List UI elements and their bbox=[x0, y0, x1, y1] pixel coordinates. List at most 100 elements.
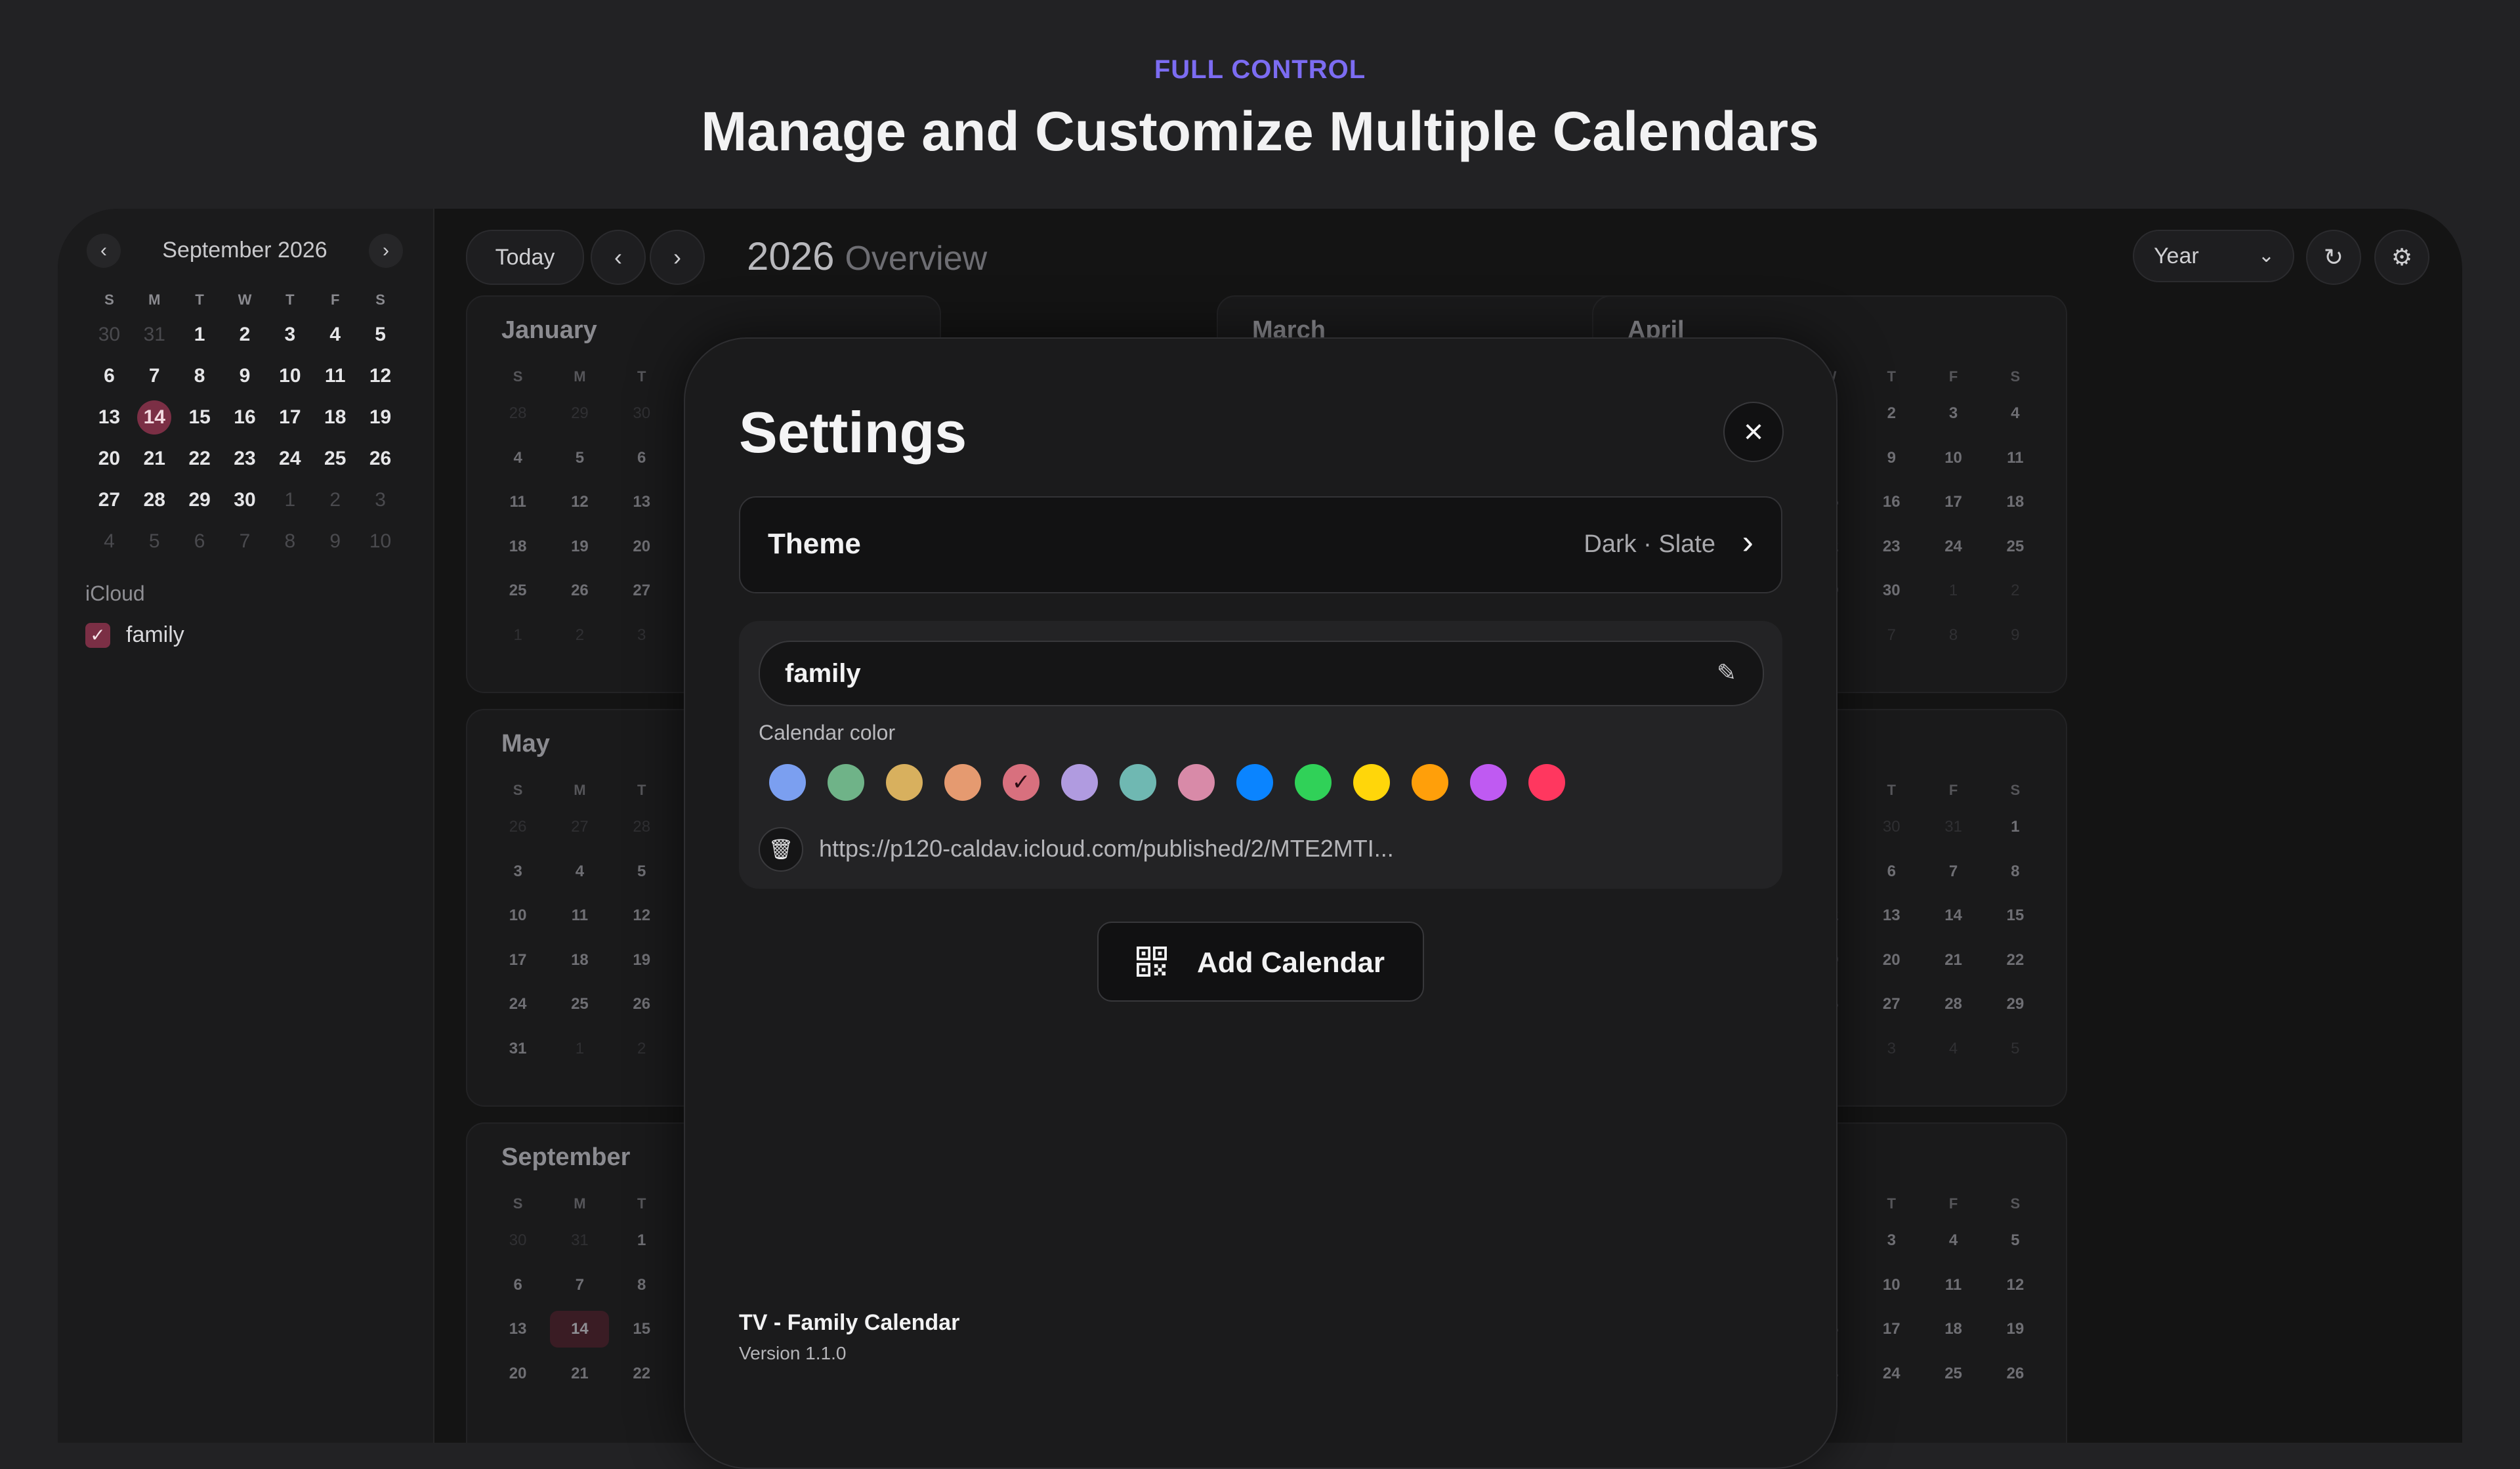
mini-day[interactable]: 9 bbox=[222, 355, 268, 396]
mini-day[interactable]: 26 bbox=[358, 438, 403, 479]
day-cell[interactable]: 5 bbox=[611, 849, 673, 894]
settings-button[interactable]: ⚙ bbox=[2374, 230, 2429, 285]
mini-day[interactable]: 18 bbox=[312, 396, 358, 438]
day-cell[interactable]: 31 bbox=[487, 1027, 549, 1071]
day-cell-today[interactable]: 14 bbox=[549, 1307, 610, 1352]
day-cell[interactable]: 19 bbox=[549, 524, 610, 569]
day-cell[interactable]: 29 bbox=[1984, 982, 2046, 1027]
day-cell[interactable]: 25 bbox=[487, 568, 549, 613]
mini-day[interactable]: 6 bbox=[177, 521, 222, 562]
color-swatch-selected[interactable]: ✓ bbox=[1003, 764, 1040, 801]
color-swatch[interactable] bbox=[1353, 764, 1390, 801]
color-swatch[interactable] bbox=[886, 764, 923, 801]
day-cell[interactable]: 21 bbox=[1922, 938, 1984, 983]
mini-day[interactable]: 16 bbox=[222, 396, 268, 438]
day-cell[interactable]: 6 bbox=[611, 436, 673, 480]
calendar-name-field[interactable]: family ✎ bbox=[759, 641, 1764, 706]
theme-row[interactable]: Theme Dark · Slate › bbox=[739, 496, 1782, 593]
mini-day[interactable]: 7 bbox=[222, 521, 268, 562]
day-cell[interactable]: 13 bbox=[1860, 893, 1922, 938]
mini-day[interactable]: 20 bbox=[87, 438, 132, 479]
close-button[interactable]: × bbox=[1723, 402, 1784, 462]
mini-day[interactable]: 2 bbox=[312, 479, 358, 521]
day-cell[interactable]: 26 bbox=[549, 568, 610, 613]
day-cell[interactable]: 29 bbox=[549, 391, 610, 436]
day-cell[interactable]: 7 bbox=[549, 1263, 610, 1308]
day-cell[interactable]: 19 bbox=[611, 938, 673, 983]
mini-day[interactable]: 28 bbox=[132, 479, 177, 521]
mini-day[interactable]: 21 bbox=[132, 438, 177, 479]
day-cell[interactable]: 31 bbox=[549, 1218, 610, 1263]
day-cell[interactable]: 27 bbox=[611, 568, 673, 613]
day-cell[interactable]: 11 bbox=[487, 480, 549, 524]
mini-day[interactable]: 5 bbox=[132, 521, 177, 562]
day-cell[interactable]: 1 bbox=[487, 613, 549, 658]
day-cell[interactable]: 12 bbox=[549, 480, 610, 524]
day-cell[interactable]: 30 bbox=[1860, 805, 1922, 849]
day-cell[interactable]: 25 bbox=[1922, 1352, 1984, 1396]
day-cell[interactable]: 7 bbox=[1922, 849, 1984, 894]
mini-day[interactable]: 8 bbox=[267, 521, 312, 562]
day-cell[interactable]: 9 bbox=[1860, 436, 1922, 480]
day-cell[interactable]: 3 bbox=[1860, 1027, 1922, 1071]
day-cell[interactable]: 25 bbox=[1984, 524, 2046, 569]
day-cell[interactable]: 18 bbox=[1922, 1307, 1984, 1352]
day-cell[interactable]: 22 bbox=[611, 1352, 673, 1396]
color-swatch[interactable] bbox=[944, 764, 981, 801]
day-cell[interactable]: 28 bbox=[1922, 982, 1984, 1027]
day-cell[interactable]: 2 bbox=[611, 1027, 673, 1071]
day-cell[interactable]: 30 bbox=[611, 391, 673, 436]
day-cell[interactable]: 15 bbox=[611, 1307, 673, 1352]
mini-day[interactable]: 25 bbox=[312, 438, 358, 479]
day-cell[interactable]: 2 bbox=[1860, 391, 1922, 436]
mini-next-button[interactable]: › bbox=[369, 234, 403, 268]
next-year-button[interactable]: › bbox=[650, 230, 705, 285]
mini-day[interactable]: 13 bbox=[87, 396, 132, 438]
mini-day[interactable]: 17 bbox=[267, 396, 312, 438]
day-cell[interactable]: 10 bbox=[1860, 1263, 1922, 1308]
day-cell[interactable]: 26 bbox=[487, 805, 549, 849]
day-cell[interactable]: 31 bbox=[1922, 805, 1984, 849]
mini-day[interactable]: 5 bbox=[358, 314, 403, 355]
day-cell[interactable]: 13 bbox=[611, 480, 673, 524]
day-cell[interactable]: 2 bbox=[1984, 568, 2046, 613]
day-cell[interactable]: 14 bbox=[1922, 893, 1984, 938]
day-cell[interactable]: 20 bbox=[487, 1352, 549, 1396]
day-cell[interactable]: 12 bbox=[611, 893, 673, 938]
day-cell[interactable]: 22 bbox=[1984, 938, 2046, 983]
mini-day[interactable]: 27 bbox=[87, 479, 132, 521]
day-cell[interactable]: 3 bbox=[1922, 391, 1984, 436]
mini-day[interactable]: 19 bbox=[358, 396, 403, 438]
day-cell[interactable]: 28 bbox=[611, 805, 673, 849]
day-cell[interactable]: 25 bbox=[549, 982, 610, 1027]
day-cell[interactable]: 24 bbox=[1922, 524, 1984, 569]
calendar-checkbox[interactable]: ✓ bbox=[85, 622, 110, 648]
day-cell[interactable]: 21 bbox=[549, 1352, 610, 1396]
day-cell[interactable]: 8 bbox=[1922, 613, 1984, 658]
color-swatch[interactable] bbox=[1236, 764, 1273, 801]
refresh-button[interactable]: ↻ bbox=[2306, 230, 2361, 285]
day-cell[interactable]: 11 bbox=[549, 893, 610, 938]
mini-day[interactable]: 11 bbox=[312, 355, 358, 396]
day-cell[interactable]: 26 bbox=[1984, 1352, 2046, 1396]
day-cell[interactable]: 3 bbox=[611, 613, 673, 658]
mini-day[interactable]: 8 bbox=[177, 355, 222, 396]
mini-day[interactable]: 2 bbox=[222, 314, 268, 355]
day-cell[interactable]: 1 bbox=[611, 1218, 673, 1263]
color-swatch[interactable] bbox=[1178, 764, 1215, 801]
color-swatch[interactable] bbox=[1412, 764, 1448, 801]
day-cell[interactable]: 20 bbox=[1860, 938, 1922, 983]
color-swatch[interactable] bbox=[1295, 764, 1332, 801]
mini-day[interactable]: 1 bbox=[267, 479, 312, 521]
day-cell[interactable]: 4 bbox=[487, 436, 549, 480]
mini-day[interactable]: 12 bbox=[358, 355, 403, 396]
day-cell[interactable]: 6 bbox=[1860, 849, 1922, 894]
mini-day-today[interactable]: 14 bbox=[132, 396, 177, 438]
trash-icon[interactable]: 🗑 bbox=[759, 827, 803, 872]
color-swatch[interactable] bbox=[1528, 764, 1565, 801]
day-cell[interactable]: 30 bbox=[1860, 568, 1922, 613]
day-cell[interactable]: 3 bbox=[487, 849, 549, 894]
day-cell[interactable]: 11 bbox=[1922, 1263, 1984, 1308]
day-cell[interactable]: 8 bbox=[1984, 849, 2046, 894]
day-cell[interactable]: 18 bbox=[1984, 480, 2046, 524]
